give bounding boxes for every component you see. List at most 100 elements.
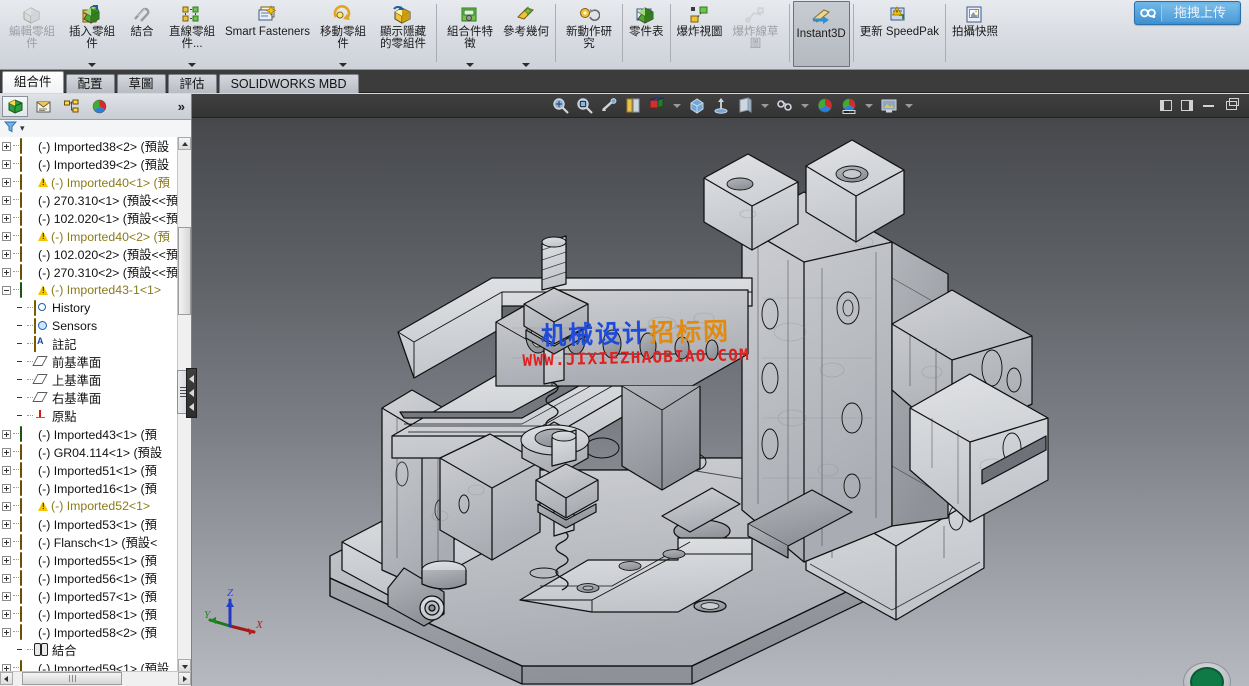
tree-item[interactable]: (-) Imported56<1> (預 <box>0 569 178 587</box>
tab-0[interactable]: 組合件 <box>2 71 64 93</box>
tree-item[interactable]: 上基準面 <box>0 371 178 389</box>
tree-expand-toggle[interactable] <box>2 159 11 169</box>
configuration-manager-tab[interactable] <box>58 96 84 117</box>
edit-appearance-icon[interactable] <box>814 96 836 116</box>
tab-3[interactable]: 評估 <box>167 74 217 93</box>
reference-geometry-button[interactable]: 參考幾何 <box>500 0 552 68</box>
chevron-down-icon[interactable] <box>466 63 474 67</box>
tree-expand-toggle[interactable] <box>2 501 11 511</box>
chevron-down-icon[interactable] <box>801 103 809 108</box>
tree-item[interactable]: 前基準面 <box>0 353 178 371</box>
window-restore-left-icon[interactable] <box>1158 99 1174 113</box>
move-component-button[interactable]: 移動零組件 <box>313 0 373 68</box>
tree-expand-toggle[interactable] <box>2 573 11 583</box>
tree-expand-toggle[interactable] <box>2 177 11 187</box>
tree-expand-toggle[interactable] <box>2 213 11 223</box>
scroll-left-button[interactable] <box>0 672 13 685</box>
tree-item[interactable]: (-) 102.020<2> (預設<<預 <box>0 245 178 263</box>
render-tools-icon[interactable] <box>838 96 860 116</box>
update-speedpak-button[interactable]: 更新 SpeedPak <box>857 0 942 68</box>
tree-item[interactable]: (-) Imported52<1> <box>0 497 178 515</box>
tree-item[interactable]: (-) Imported43-1<1> <box>0 281 178 299</box>
chevron-down-icon[interactable] <box>905 103 913 108</box>
tree-expand-toggle[interactable] <box>2 249 11 259</box>
tab-1[interactable]: 配置 <box>65 74 115 93</box>
display-manager-tab[interactable] <box>86 96 112 117</box>
tree-expand-toggle[interactable] <box>2 267 11 277</box>
view-orientation-icon[interactable] <box>646 96 668 116</box>
feature-manager-tab[interactable] <box>2 96 28 117</box>
assembly-features-button[interactable]: 組合件特徵 <box>440 0 500 68</box>
chevron-down-icon[interactable] <box>522 63 530 67</box>
tree-item[interactable]: (-) 270.310<2> (預設<<預 <box>0 263 178 281</box>
tree-item[interactable]: (-) Imported51<1> (預 <box>0 461 178 479</box>
tree-item[interactable]: (-) Imported55<1> (預 <box>0 551 178 569</box>
tree-expand-toggle[interactable] <box>2 483 11 493</box>
tree-expand-toggle[interactable] <box>2 537 11 547</box>
scroll-right-button[interactable] <box>178 672 191 685</box>
tree-item[interactable]: (-) GR04.114<1> (預設 <box>0 443 178 461</box>
tree-horizontal-scrollbar[interactable] <box>0 671 191 686</box>
tree-item[interactable]: (-) Imported40<1> (預 <box>0 173 178 191</box>
tree-item[interactable]: 右基準面 <box>0 389 178 407</box>
zoom-to-area-icon[interactable] <box>574 96 596 116</box>
filter-caret-icon[interactable]: ▾ <box>20 123 25 134</box>
view-settings-icon[interactable] <box>774 96 796 116</box>
tree-expand-toggle[interactable] <box>2 141 11 151</box>
chevron-down-icon[interactable] <box>865 103 873 108</box>
property-manager-tab[interactable] <box>30 96 56 117</box>
tree-expand-toggle[interactable] <box>2 609 11 619</box>
tree-item[interactable]: (-) Imported58<2> (預 <box>0 623 178 641</box>
chevron-down-icon[interactable] <box>673 103 681 108</box>
graphics-viewport[interactable]: X Y Z 机械设计招标网 WWW.JIXIEZHAOBIAO.COM <box>192 118 1249 686</box>
tree-item[interactable]: (-) Imported43<1> (預 <box>0 425 178 443</box>
show-hidden-components-button[interactable]: 顯示隱藏的零組件 <box>373 0 433 68</box>
tree-expand-toggle[interactable] <box>2 591 11 601</box>
previous-view-icon[interactable] <box>598 96 620 116</box>
window-restore-right-icon[interactable] <box>1179 99 1195 113</box>
instant3d-button[interactable]: Instant3D <box>792 1 850 67</box>
tree-item[interactable]: 原點 <box>0 407 178 425</box>
hide-show-items-icon[interactable] <box>710 96 732 116</box>
hscroll-thumb[interactable] <box>22 672 122 685</box>
tree-expand-toggle[interactable] <box>2 465 11 475</box>
chevron-down-icon[interactable] <box>188 63 196 67</box>
tree-expand-toggle[interactable] <box>2 195 11 205</box>
scroll-up-button[interactable] <box>178 137 191 150</box>
tree-item[interactable]: (-) 270.310<1> (預設<<預 <box>0 191 178 209</box>
section-view-icon[interactable] <box>622 96 644 116</box>
capture-snapshot-button[interactable]: 拍攝快照 <box>949 0 1001 68</box>
bill-of-materials-button[interactable]: 零件表 <box>626 0 667 68</box>
tree-expand-toggle[interactable] <box>2 519 11 529</box>
panel-collapse-arrows[interactable] <box>186 368 197 418</box>
tree-expand-toggle[interactable] <box>2 555 11 565</box>
tab-2[interactable]: 草圖 <box>116 74 166 93</box>
feature-tree[interactable]: (-) Imported38<2> (預設 (-) Imported39<2> (… <box>0 137 191 672</box>
panel-overflow-chevron[interactable]: » <box>178 99 185 114</box>
scroll-thumb[interactable] <box>178 227 191 315</box>
chevron-down-icon[interactable] <box>761 103 769 108</box>
mate-button[interactable]: 結合 <box>122 0 162 68</box>
window-minimize-icon[interactable] <box>1200 99 1216 113</box>
apply-scene-icon[interactable] <box>734 96 756 116</box>
tree-item[interactable]: (-) Imported57<1> (預 <box>0 587 178 605</box>
tree-item[interactable]: (-) 102.020<1> (預設<<預 <box>0 209 178 227</box>
tree-item[interactable]: (-) Imported39<2> (預設 <box>0 155 178 173</box>
viewport-icon[interactable] <box>878 96 900 116</box>
filter-funnel-icon[interactable] <box>4 121 17 136</box>
tree-item[interactable]: (-) Imported58<1> (預 <box>0 605 178 623</box>
zoom-to-fit-icon[interactable] <box>550 96 572 116</box>
window-restore-icon[interactable] <box>1221 98 1241 113</box>
cad-model-assembly[interactable] <box>192 118 1249 686</box>
chevron-down-icon[interactable] <box>339 63 347 67</box>
tree-item[interactable]: History <box>0 299 178 317</box>
chevron-down-icon[interactable] <box>88 63 96 67</box>
tree-expand-toggle[interactable] <box>2 627 11 637</box>
new-motion-study-button[interactable]: 新動作研究 <box>559 0 619 68</box>
tree-item[interactable]: 結合 <box>0 641 178 659</box>
insert-component-button[interactable]: 插入零組件 <box>62 0 122 68</box>
tree-item[interactable]: (-) Imported40<2> (預 <box>0 227 178 245</box>
exploded-view-button[interactable]: 爆炸視圖 <box>674 0 726 68</box>
tree-expand-toggle[interactable] <box>2 231 11 241</box>
tree-item[interactable]: (-) Imported38<2> (預設 <box>0 137 178 155</box>
